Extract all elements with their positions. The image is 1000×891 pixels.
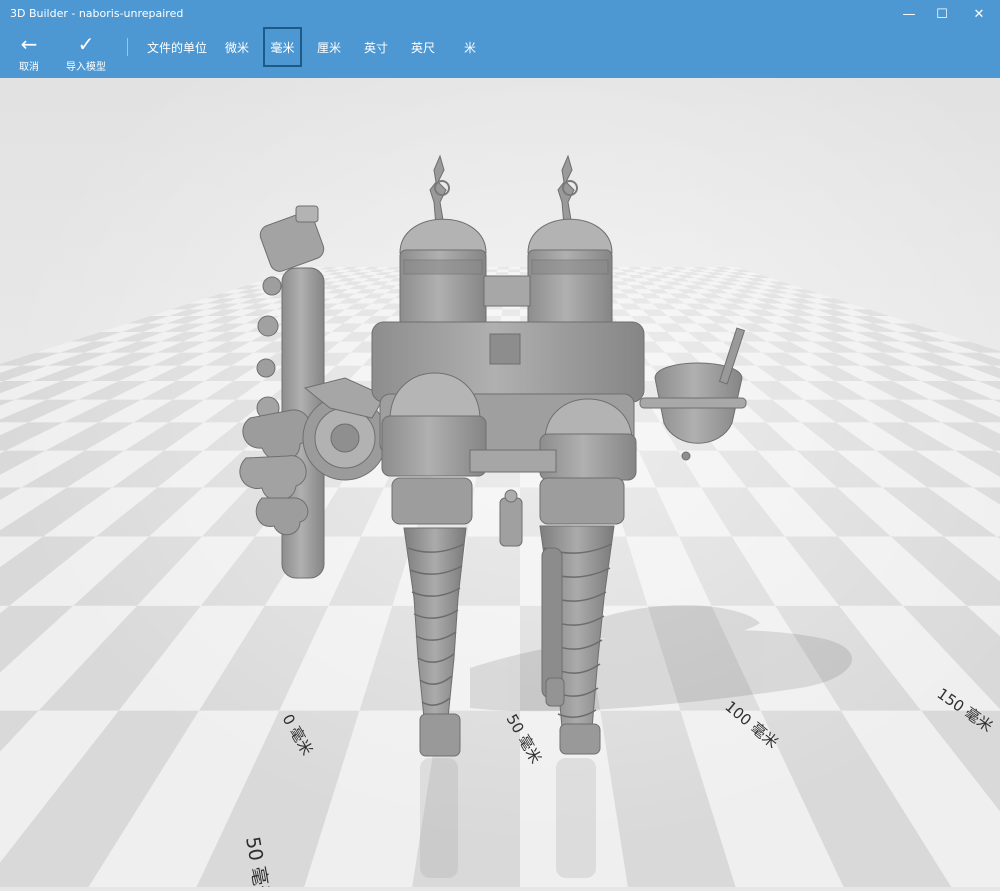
unit-micrometer[interactable]: 微米 (220, 27, 254, 67)
cancel-label: 取消 (19, 61, 39, 73)
toolbar: ← 取消 ✓ 导入模型 文件的单位 微米 毫米 厘米 英寸 英尺 米 (0, 27, 1000, 78)
minimize-icon: — (902, 6, 916, 22)
import-model-label: 导入模型 (66, 61, 106, 73)
checkmark-icon: ✓ (77, 31, 95, 56)
file-units-label: 文件的单位 (146, 40, 207, 55)
import-model-button[interactable]: ✓ 导入模型 (62, 28, 110, 78)
window-title: 3D Builder - naboris-unrepaired (10, 7, 184, 20)
light-glow (0, 78, 1000, 887)
model-center-figure (499, 489, 523, 547)
cancel-button[interactable]: ← 取消 (8, 28, 50, 78)
3d-viewport[interactable]: 0 毫米 50 毫米 100 毫米 150 毫米 50 毫米 (0, 78, 1000, 891)
unit-foot[interactable]: 英尺 (406, 27, 440, 67)
unit-millimeter-selected[interactable]: 毫米 (263, 27, 302, 67)
scene-canvas: 0 毫米 50 毫米 100 毫米 150 毫米 50 毫米 (0, 78, 1000, 891)
close-icon: ✕ (973, 6, 985, 22)
back-arrow-icon: ← (20, 31, 38, 56)
toolbar-separator (127, 38, 128, 56)
close-window-button[interactable]: ✕ (956, 0, 1000, 28)
maximize-icon: ☐ (936, 6, 948, 22)
unit-centimeter[interactable]: 厘米 (312, 27, 346, 67)
title-bar: 3D Builder - naboris-unrepaired — ☐ ✕ (0, 0, 1000, 28)
unit-inch[interactable]: 英寸 (359, 27, 393, 67)
unit-meter[interactable]: 米 (458, 27, 482, 67)
